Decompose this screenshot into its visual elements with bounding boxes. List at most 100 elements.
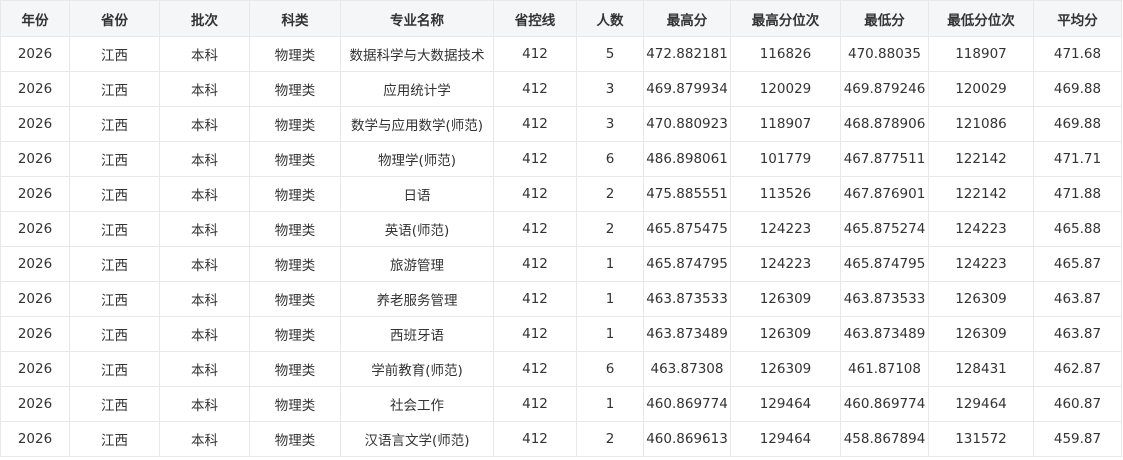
table-row: 2026 江西 本科 物理类 社会工作 412 1 460.869774 129464 460.8…: [0, 386, 1122, 422]
cell-year: 2026: [0, 351, 70, 387]
cell-province: 江西: [69, 106, 160, 142]
cell-lowest-score-rank: 122142: [928, 176, 1034, 212]
cell-headcount: 6: [576, 141, 644, 177]
cell-batch: 本科: [159, 211, 250, 247]
cell-headcount: 3: [576, 71, 644, 107]
cell-subject-category: 物理类: [249, 316, 341, 352]
cell-major-name: 社会工作: [340, 386, 494, 422]
cell-batch: 本科: [159, 351, 250, 387]
table-row: 2026 江西 本科 物理类 旅游管理 412 1 465.874795 124223 465.8…: [0, 246, 1122, 282]
cell-lowest-score: 458.867894: [840, 421, 929, 457]
cell-average-score: 459.87: [1033, 421, 1122, 457]
cell-lowest-score-rank: 131572: [928, 421, 1034, 457]
cell-major-name: 西班牙语: [340, 316, 494, 352]
column-header-lowest-score: 最低分: [840, 0, 929, 37]
cell-year: 2026: [0, 106, 70, 142]
cell-year: 2026: [0, 281, 70, 317]
cell-highest-score: 460.869613: [643, 421, 731, 457]
cell-subject-category: 物理类: [249, 176, 341, 212]
cell-batch: 本科: [159, 141, 250, 177]
cell-headcount: 1: [576, 316, 644, 352]
cell-subject-category: 物理类: [249, 71, 341, 107]
table-row: 2026 江西 本科 物理类 西班牙语 412 1 463.873489 126309 463.8…: [0, 316, 1122, 352]
table-row: 2026 江西 本科 物理类 养老服务管理 412 1 463.873533 126309 463…: [0, 281, 1122, 317]
cell-provincial-control-line: 412: [493, 386, 577, 422]
cell-subject-category: 物理类: [249, 141, 341, 177]
cell-major-name: 数学与应用数学(师范): [340, 106, 494, 142]
cell-highest-score: 486.898061: [643, 141, 731, 177]
cell-major-name: 养老服务管理: [340, 281, 494, 317]
cell-average-score: 463.87: [1033, 281, 1122, 317]
cell-lowest-score-rank: 118907: [928, 36, 1034, 72]
cell-average-score: 463.87: [1033, 316, 1122, 352]
column-header-provincial-control-line: 省控线: [493, 0, 577, 37]
column-header-year: 年份: [0, 0, 70, 37]
cell-province: 江西: [69, 36, 160, 72]
cell-year: 2026: [0, 176, 70, 212]
cell-batch: 本科: [159, 176, 250, 212]
cell-lowest-score: 467.877511: [840, 141, 929, 177]
cell-provincial-control-line: 412: [493, 141, 577, 177]
cell-highest-score-rank: 116826: [730, 36, 841, 72]
cell-major-name: 旅游管理: [340, 246, 494, 282]
cell-highest-score: 465.874795: [643, 246, 731, 282]
cell-average-score: 471.88: [1033, 176, 1122, 212]
table-row: 2026 江西 本科 物理类 汉语言文学(师范) 412 2 460.869613 129464…: [0, 421, 1122, 457]
cell-major-name: 学前教育(师范): [340, 351, 494, 387]
cell-province: 江西: [69, 351, 160, 387]
cell-province: 江西: [69, 316, 160, 352]
cell-provincial-control-line: 412: [493, 316, 577, 352]
cell-province: 江西: [69, 176, 160, 212]
table-row: 2026 江西 本科 物理类 日语 412 2 475.885551 113526 467.876…: [0, 176, 1122, 212]
cell-province: 江西: [69, 421, 160, 457]
cell-average-score: 471.68: [1033, 36, 1122, 72]
cell-highest-score: 475.885551: [643, 176, 731, 212]
cell-major-name: 应用统计学: [340, 71, 494, 107]
column-header-province: 省份: [69, 0, 160, 37]
table-row: 2026 江西 本科 物理类 学前教育(师范) 412 6 463.87308 126309 46…: [0, 351, 1122, 387]
cell-subject-category: 物理类: [249, 351, 341, 387]
cell-highest-score-rank: 126309: [730, 351, 841, 387]
column-header-headcount: 人数: [576, 0, 644, 37]
cell-highest-score: 470.880923: [643, 106, 731, 142]
cell-lowest-score-rank: 124223: [928, 246, 1034, 282]
cell-provincial-control-line: 412: [493, 281, 577, 317]
cell-provincial-control-line: 412: [493, 176, 577, 212]
cell-lowest-score: 467.876901: [840, 176, 929, 212]
cell-provincial-control-line: 412: [493, 421, 577, 457]
cell-year: 2026: [0, 141, 70, 177]
table-body: 2026 江西 本科 物理类 数据科学与大数据技术 412 5 472.882181 11682…: [0, 36, 1122, 457]
admission-scores-table: 年份 省份 批次 科类 专业名称 省控线 人数 最高分 最高分位次 最低分 最低分位次 平均分 202…: [0, 0, 1122, 457]
cell-highest-score: 460.869774: [643, 386, 731, 422]
cell-lowest-score-rank: 121086: [928, 106, 1034, 142]
cell-province: 江西: [69, 386, 160, 422]
cell-headcount: 2: [576, 176, 644, 212]
cell-subject-category: 物理类: [249, 421, 341, 457]
cell-major-name: 汉语言文学(师范): [340, 421, 494, 457]
cell-province: 江西: [69, 211, 160, 247]
cell-province: 江西: [69, 246, 160, 282]
cell-year: 2026: [0, 71, 70, 107]
cell-lowest-score: 465.874795: [840, 246, 929, 282]
cell-headcount: 6: [576, 351, 644, 387]
cell-subject-category: 物理类: [249, 211, 341, 247]
table-header-row: 年份 省份 批次 科类 专业名称 省控线 人数 最高分 最高分位次 最低分 最低分位次 平均分: [0, 0, 1122, 37]
cell-subject-category: 物理类: [249, 106, 341, 142]
cell-year: 2026: [0, 386, 70, 422]
cell-provincial-control-line: 412: [493, 106, 577, 142]
cell-highest-score: 463.873489: [643, 316, 731, 352]
cell-average-score: 469.88: [1033, 106, 1122, 142]
cell-lowest-score-rank: 122142: [928, 141, 1034, 177]
cell-highest-score-rank: 126309: [730, 281, 841, 317]
cell-batch: 本科: [159, 386, 250, 422]
cell-highest-score-rank: 129464: [730, 421, 841, 457]
cell-subject-category: 物理类: [249, 281, 341, 317]
cell-lowest-score: 463.873489: [840, 316, 929, 352]
cell-subject-category: 物理类: [249, 36, 341, 72]
cell-provincial-control-line: 412: [493, 36, 577, 72]
cell-provincial-control-line: 412: [493, 351, 577, 387]
cell-year: 2026: [0, 36, 70, 72]
cell-highest-score-rank: 124223: [730, 211, 841, 247]
cell-highest-score-rank: 101779: [730, 141, 841, 177]
cell-highest-score: 472.882181: [643, 36, 731, 72]
